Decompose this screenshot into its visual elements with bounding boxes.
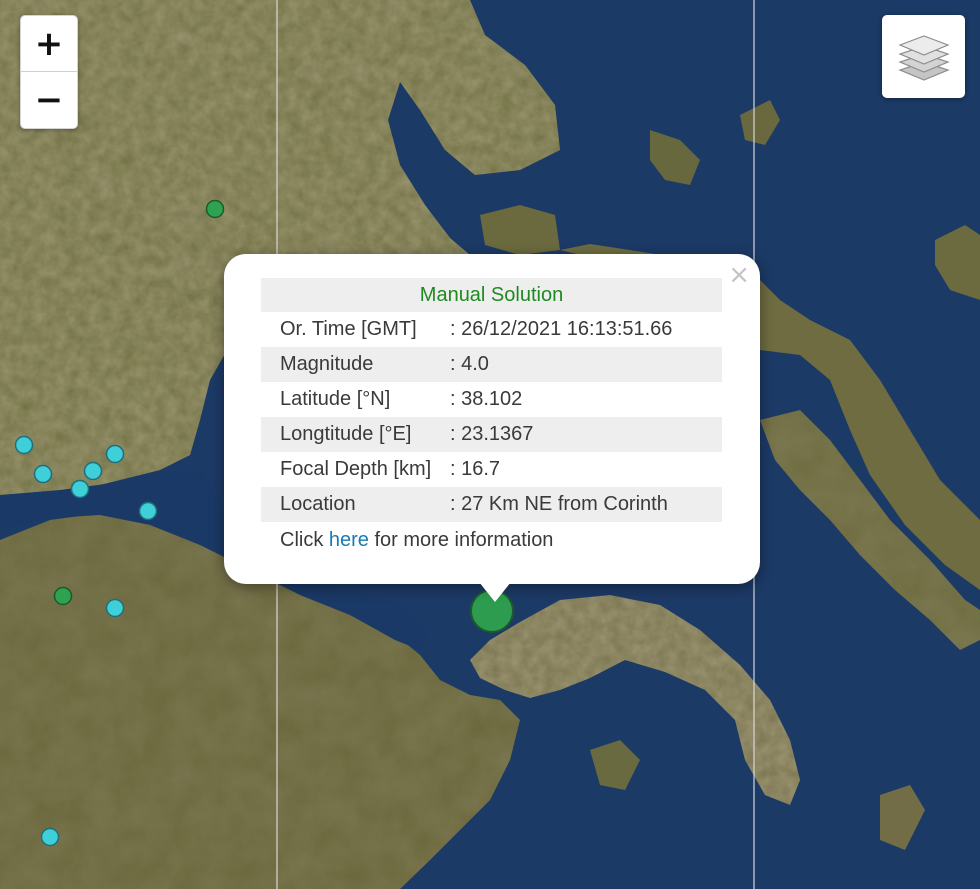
- earthquake-marker-cyan[interactable]: [40, 827, 60, 847]
- info-row-latitude: Latitude [°N] : 38.102: [261, 382, 722, 417]
- info-row-location: Location : 27 Km NE from Corinth: [261, 487, 722, 522]
- layers-icon: [897, 34, 950, 81]
- info-row-focal-depth: Focal Depth [km] : 16.7: [261, 452, 722, 487]
- info-value: : 27 Km NE from Corinth: [450, 493, 668, 515]
- close-icon[interactable]: ×: [728, 262, 750, 288]
- layers-button[interactable]: [882, 15, 965, 98]
- info-row-magnitude: Magnitude : 4.0: [261, 347, 722, 382]
- info-row-origin-time: Or. Time [GMT] : 26/12/2021 16:13:51.66: [261, 312, 722, 347]
- event-popup: × Manual Solution Or. Time [GMT] : 26/12…: [224, 254, 760, 602]
- zoom-control: + −: [20, 15, 78, 129]
- info-label: Location: [280, 493, 356, 515]
- info-label: Or. Time [GMT]: [280, 318, 417, 340]
- earthquake-marker-cyan[interactable]: [105, 444, 125, 464]
- more-info-prefix: Click: [280, 529, 329, 551]
- earthquake-marker-cyan[interactable]: [70, 479, 90, 499]
- earthquake-marker-cyan[interactable]: [14, 435, 34, 455]
- info-label: Focal Depth [km]: [280, 458, 432, 480]
- info-label: Latitude [°N]: [280, 388, 391, 410]
- earthquake-marker-green[interactable]: [205, 199, 225, 219]
- info-value: : 26/12/2021 16:13:51.66: [450, 318, 673, 340]
- info-value: : 4.0: [450, 353, 489, 375]
- zoom-in-button[interactable]: +: [21, 16, 77, 71]
- info-label: Magnitude: [280, 353, 374, 375]
- info-value: : 16.7: [450, 458, 501, 480]
- zoom-out-button[interactable]: −: [21, 71, 77, 127]
- info-label: Longtitude [°E]: [280, 423, 412, 445]
- earthquake-marker-cyan[interactable]: [105, 598, 125, 618]
- popup-title: Manual Solution: [261, 278, 722, 312]
- info-value: : 23.1367: [450, 423, 534, 445]
- info-row-longitude: Longtitude [°E] : 23.1367: [261, 417, 722, 452]
- earthquake-marker-cyan[interactable]: [138, 501, 158, 521]
- earthquake-marker-cyan[interactable]: [33, 464, 53, 484]
- more-info-suffix: for more information: [368, 529, 554, 551]
- popup-tip: [479, 582, 511, 602]
- info-value: : 38.102: [450, 388, 523, 410]
- earthquake-marker-green[interactable]: [53, 586, 73, 606]
- more-info-text: Click here for more information: [261, 522, 722, 558]
- earthquake-marker-cyan[interactable]: [83, 461, 103, 481]
- more-info-link[interactable]: here: [329, 529, 369, 551]
